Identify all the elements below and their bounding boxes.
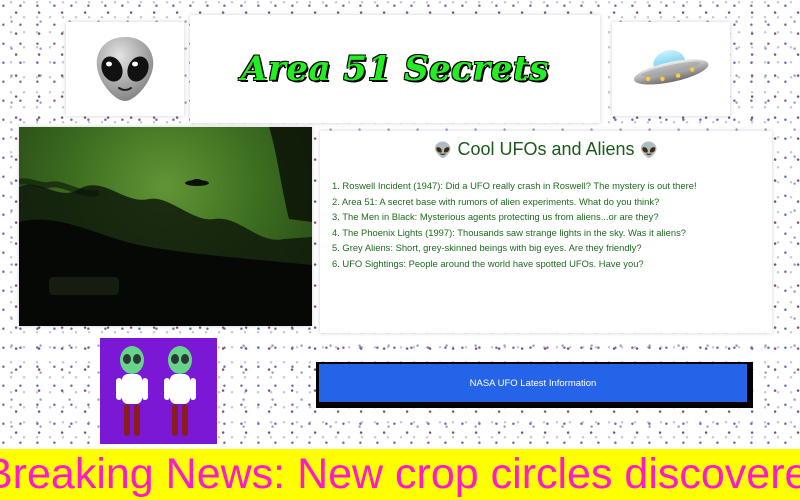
- list-item: 6. UFO Sightings: People around the worl…: [332, 257, 644, 269]
- two-aliens-image: [116, 346, 196, 436]
- list-item: 4. The Phoenix Lights (1997): Thousands …: [332, 226, 687, 238]
- alien-face-icon: 👽: [433, 142, 453, 159]
- nasa-ufo-info-button[interactable]: NASA UFO Latest Information: [319, 364, 747, 402]
- site-title: Area 51 Secrets: [241, 49, 549, 89]
- section-heading: 👽 Cool UFOs and Aliens 👽: [320, 139, 772, 160]
- title-panel: Area 51 Secrets: [190, 15, 600, 123]
- ufo-logo-panel: [612, 22, 730, 116]
- aliens-illustration: [100, 338, 217, 444]
- facts-list: 1. Roswell Incident (1947): Did a UFO re…: [332, 178, 762, 271]
- list-item: 2. Area 51: A secret base with rumors of…: [332, 195, 660, 207]
- ufo-night-photo-image: [19, 127, 312, 326]
- list-item: 3. The Men in Black: Mysterious agents p…: [332, 211, 659, 222]
- section-heading-text: Cool UFOs and Aliens: [457, 139, 635, 159]
- alien-face-icon: [96, 37, 154, 101]
- list-item: 1. Roswell Incident (1947): Did a UFO re…: [332, 180, 697, 191]
- alien-logo-panel: [66, 22, 184, 116]
- ufo-photo: [19, 127, 312, 326]
- ufo-facts-card: 👽 Cool UFOs and Aliens 👽 1. Roswell Inci…: [320, 131, 772, 333]
- list-item: 5. Grey Aliens: Short, grey-skinned bein…: [332, 242, 642, 253]
- flying-saucer-icon: [633, 50, 709, 85]
- ticker-text: Breaking News: New crop circles discover…: [0, 450, 800, 498]
- breaking-news-ticker: Breaking News: New crop circles discover…: [0, 449, 800, 500]
- alien-face-icon: 👽: [639, 142, 659, 159]
